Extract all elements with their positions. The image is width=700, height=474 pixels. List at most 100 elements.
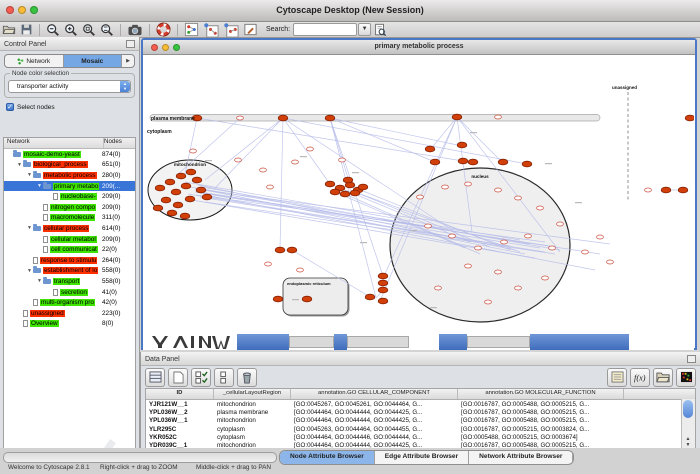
network-node[interactable] — [457, 142, 467, 148]
network-node-small[interactable] — [515, 196, 522, 200]
close-window-icon[interactable] — [6, 6, 14, 14]
tree-col-network[interactable]: Network — [4, 138, 104, 148]
network-node[interactable] — [325, 181, 335, 187]
network-node[interactable] — [378, 273, 388, 279]
network-node-small[interactable] — [475, 246, 482, 250]
table-row[interactable]: YKR052Ccytoplasm[GO:0044464, GO:0044446,… — [146, 433, 695, 441]
network-node-small[interactable] — [190, 149, 197, 153]
tree-row[interactable]: ▼establishment of lo558(0) — [4, 266, 135, 277]
float-data-panel-icon[interactable] — [687, 355, 696, 363]
network-node-small[interactable] — [307, 147, 314, 151]
tree-row[interactable]: mosaic-demo-yeast874(0) — [4, 149, 135, 160]
zoom-fit-icon[interactable] — [100, 23, 114, 37]
table-row[interactable]: YJR121W__1mitochondrion[GO:0045267, GO:0… — [146, 400, 695, 408]
network-node[interactable] — [155, 185, 165, 191]
import-folder-icon[interactable] — [653, 368, 673, 387]
network-node[interactable] — [185, 196, 195, 202]
tree-row[interactable]: Overview8(0) — [4, 319, 135, 330]
tree-row[interactable]: cell communicat22(0) — [4, 244, 135, 255]
network-node-small[interactable] — [597, 235, 604, 239]
color-attribute-dropdown[interactable]: transporter activity ▲▼ — [8, 80, 131, 93]
network-node[interactable] — [275, 247, 285, 253]
network-node[interactable] — [302, 296, 312, 302]
tree-row[interactable]: macromolecule311(0) — [4, 213, 135, 224]
network-node-small[interactable] — [237, 116, 244, 120]
network-node[interactable] — [378, 298, 388, 304]
new-attribute-icon[interactable] — [168, 368, 188, 387]
network-node-small[interactable] — [260, 168, 267, 172]
expand-arrow-icon[interactable]: ▼ — [36, 183, 43, 189]
network-node-small[interactable] — [495, 188, 502, 192]
network-node-small[interactable] — [297, 268, 304, 272]
network-node-small[interactable] — [292, 160, 299, 164]
save-icon[interactable] — [20, 23, 33, 37]
network-node[interactable] — [273, 296, 283, 302]
zoom-in-icon[interactable] — [64, 23, 78, 37]
tree-row[interactable]: cellular metabol209(0) — [4, 234, 135, 245]
table-row[interactable]: YPL036W__2plasma membrane[GO:0044464, GO… — [146, 408, 695, 416]
network-node-small[interactable] — [425, 224, 432, 228]
expand-arrow-icon[interactable]: ▼ — [16, 162, 23, 168]
network-node[interactable] — [498, 159, 508, 165]
expand-arrow-icon[interactable]: ▼ — [26, 172, 33, 178]
network-node[interactable] — [202, 194, 212, 200]
tab-edge-attribute-browser[interactable]: Edge Attribute Browser — [375, 451, 469, 464]
tab-mosaic[interactable]: Mosaic — [64, 55, 123, 67]
network-node-small[interactable] — [265, 262, 272, 266]
network-node[interactable] — [186, 169, 196, 175]
network-node[interactable] — [685, 115, 694, 121]
network-node[interactable] — [425, 146, 435, 152]
open-folder-icon[interactable] — [2, 23, 16, 37]
network-node-small[interactable] — [495, 115, 502, 119]
network-node-small[interactable] — [525, 234, 532, 238]
network-node[interactable] — [378, 287, 388, 293]
close-view-icon[interactable] — [151, 44, 158, 51]
scrollbar-arrows-icon[interactable]: ▲▼ — [683, 436, 693, 448]
network-node-small[interactable] — [442, 185, 449, 189]
tree-row[interactable]: ▼cellular process614(0) — [4, 223, 135, 234]
search-dropdown-icon[interactable]: ▼ — [358, 23, 371, 36]
network-node-small[interactable] — [435, 286, 442, 290]
float-panel-icon[interactable] — [126, 40, 135, 48]
table-row[interactable]: YPL036W__1mitochondrion[GO:0044464, GO:0… — [146, 417, 695, 425]
network-node[interactable] — [378, 280, 388, 286]
network-canvas[interactable]: plasma membranecytoplasmmitochondrionnuc… — [143, 55, 694, 334]
scrollbar-thumb[interactable] — [683, 400, 693, 418]
minimize-window-icon[interactable] — [18, 6, 26, 14]
tree-row[interactable]: nucleobase-209(0) — [4, 191, 135, 202]
network-node[interactable] — [167, 210, 177, 216]
minimize-view-icon[interactable] — [162, 44, 169, 51]
annotation-icon[interactable] — [243, 23, 258, 37]
snapshot-camera-icon[interactable] — [127, 23, 143, 37]
network-node[interactable] — [161, 197, 171, 203]
network-node-small[interactable] — [549, 246, 556, 250]
network-node[interactable] — [358, 184, 368, 190]
tab-node-attribute-browser[interactable]: Node Attribute Browser — [280, 451, 375, 464]
network-node[interactable] — [181, 183, 191, 189]
tree-row[interactable]: unassigned223(0) — [4, 308, 135, 319]
network-node[interactable] — [330, 189, 340, 195]
attribute-grid-icon[interactable] — [145, 368, 165, 387]
tree-row[interactable]: secretion41(0) — [4, 287, 135, 298]
tree-col-nodes[interactable]: Nodes — [104, 138, 122, 148]
search-input[interactable] — [293, 23, 357, 36]
network-node[interactable] — [180, 213, 190, 219]
network-node-small[interactable] — [449, 234, 456, 238]
tree-row[interactable]: ▼transport558(0) — [4, 276, 135, 287]
table-column-header[interactable]: ID — [146, 389, 214, 399]
network-node[interactable] — [452, 114, 462, 120]
network-node[interactable] — [192, 177, 202, 183]
network-node[interactable] — [458, 158, 468, 164]
select-nodes-checkbox[interactable]: ✓ — [6, 103, 14, 111]
network-node-small[interactable] — [645, 188, 652, 192]
matrix-icon[interactable] — [607, 368, 627, 387]
network-node-small[interactable] — [607, 260, 614, 264]
tree-row[interactable]: ▼metabolic process280(0) — [4, 170, 135, 181]
network-node[interactable] — [430, 159, 440, 165]
zoom-selected-icon[interactable] — [82, 23, 96, 37]
network-select-icon[interactable] — [203, 23, 219, 37]
help-ring-icon[interactable] — [156, 23, 171, 37]
tab-overflow-arrow-icon[interactable]: ▶ — [122, 55, 134, 67]
network-node[interactable] — [173, 202, 183, 208]
expand-arrow-icon[interactable]: ▼ — [26, 225, 33, 231]
